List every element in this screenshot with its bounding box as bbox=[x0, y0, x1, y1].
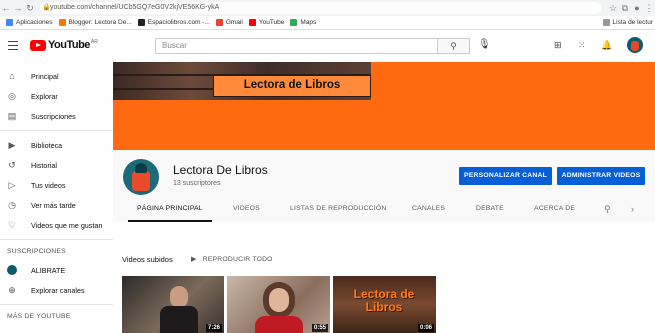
customize-channel-button[interactable]: PERSONALIZAR CANAL bbox=[459, 167, 552, 185]
address-bar[interactable]: 🔒 youtube.com/channel/UCb5GQ7eG0V2kjVE56… bbox=[40, 2, 601, 14]
subscriber-count: 13 suscriptores bbox=[173, 180, 221, 187]
search-icon: ⚲ bbox=[450, 41, 457, 51]
history-icon: ↺ bbox=[8, 159, 16, 170]
channel-avatar bbox=[123, 159, 159, 195]
tab-pagina-principal[interactable]: PÁGINA PRINCIPAL bbox=[128, 198, 212, 222]
more-from-youtube-heading: MÁS DE YOUTUBE bbox=[7, 313, 71, 320]
microphone-icon[interactable]: 🎙 bbox=[478, 39, 491, 50]
sidebar-item-tus-videos[interactable]: ▷ Tus videos bbox=[0, 175, 113, 195]
chevron-right-icon[interactable]: › bbox=[631, 198, 634, 222]
maps-icon bbox=[290, 19, 298, 26]
tab-videos[interactable]: VIDEOS bbox=[233, 198, 260, 222]
hamburger-menu-icon[interactable] bbox=[8, 41, 18, 53]
divider bbox=[0, 130, 113, 131]
manage-videos-button[interactable]: ADMINISTRAR VIDEOS bbox=[557, 167, 645, 185]
sidebar-item-principal[interactable]: ⌂ Principal bbox=[0, 66, 113, 86]
play-all-button[interactable]: ▶ REPRODUCIR TODO bbox=[191, 255, 273, 263]
bookmark-espaciolibros[interactable]: Espaciolibros.com -... bbox=[137, 19, 210, 26]
channel-name: Lectora De Libros bbox=[173, 163, 268, 177]
sidebar-item-biblioteca[interactable]: ▶ Biblioteca bbox=[0, 135, 113, 155]
subscriptions-icon: ▤ bbox=[7, 110, 17, 121]
youtube-header: YouTube AR Buscar ⚲ 🎙 ⊞ ⁙ 🔔 bbox=[0, 30, 655, 62]
tab-debate[interactable]: DEBATE bbox=[476, 198, 504, 222]
bookmark-apps[interactable]: Aplicaciones bbox=[6, 19, 53, 26]
create-video-icon[interactable]: ⊞ bbox=[554, 40, 562, 51]
account-avatar[interactable] bbox=[627, 37, 643, 53]
video-thumbnail-1[interactable]: 7:26 bbox=[122, 276, 224, 333]
bookmark-maps[interactable]: Maps bbox=[290, 19, 316, 26]
sidebar-item-historial[interactable]: ↺ Historial bbox=[0, 155, 113, 175]
channel-banner: Lectora de Libros bbox=[113, 62, 655, 150]
reading-list-icon bbox=[602, 19, 610, 26]
channel-tabs: PÁGINA PRINCIPAL VIDEOS LISTAS DE REPROD… bbox=[113, 198, 655, 222]
tab-acerca-de[interactable]: ACERCA DE bbox=[534, 198, 575, 222]
video-thumbnail-2[interactable]: 0:55 bbox=[227, 276, 330, 333]
search-button[interactable]: ⚲ bbox=[438, 38, 470, 54]
sidebar-item-explorar-canales[interactable]: ⊕ Explorar canales bbox=[0, 280, 113, 300]
bookmark-gmail[interactable]: Gmail bbox=[215, 19, 243, 26]
extension-icon[interactable]: ⧉ bbox=[619, 3, 631, 14]
video-duration: 0:06 bbox=[417, 324, 434, 332]
bookmark-youtube[interactable]: YouTube bbox=[248, 19, 284, 26]
like-icon: ♡ bbox=[7, 219, 17, 230]
menu-icon[interactable]: ⋮ bbox=[643, 3, 655, 14]
notifications-bell-icon[interactable]: 🔔 bbox=[601, 40, 612, 51]
sidebar-item-alibrate[interactable]: ALIBRATE bbox=[0, 260, 113, 280]
youtube-logo[interactable]: YouTube AR bbox=[30, 39, 98, 51]
video-duration: 7:26 bbox=[205, 324, 222, 332]
tab-listas[interactable]: LISTAS DE REPRODUCCIÓN bbox=[290, 198, 386, 222]
library-icon: ▶ bbox=[8, 139, 16, 150]
sidebar-item-ver-mas-tarde[interactable]: ◷ Ver más tarde bbox=[0, 195, 113, 215]
reload-icon[interactable]: ↻ bbox=[24, 3, 36, 14]
lock-icon: 🔒 bbox=[42, 4, 51, 11]
banner-title: Lectora de Libros bbox=[213, 75, 371, 97]
divider bbox=[0, 304, 113, 305]
sidebar-item-videos-que-me-gustan[interactable]: ♡ Videos que me gustan bbox=[0, 215, 113, 235]
gmail-icon bbox=[215, 19, 223, 26]
channel-header: Lectora De Libros 13 suscriptores PERSON… bbox=[113, 150, 655, 222]
play-icon: ▶ bbox=[191, 256, 197, 263]
sidebar-item-suscripciones[interactable]: ▤ Suscripciones bbox=[0, 106, 113, 126]
subscriptions-heading: SUSCRIPCIONES bbox=[7, 248, 66, 255]
alibrate-avatar bbox=[7, 265, 17, 275]
watch-later-icon: ◷ bbox=[8, 199, 16, 210]
back-icon[interactable]: ← bbox=[0, 3, 12, 13]
star-icon[interactable]: ☆ bbox=[607, 3, 619, 14]
thumbnail-title: Lectora de Libros bbox=[353, 287, 415, 314]
add-circle-icon: ⊕ bbox=[8, 284, 16, 295]
your-videos-icon: ▷ bbox=[8, 179, 16, 190]
sidebar: ⌂ Principal ◎ Explorar ▤ Suscripciones ▶ Bib… bbox=[0, 62, 113, 333]
home-icon: ⌂ bbox=[9, 71, 15, 81]
video-thumbnail-3[interactable]: Lectora de Libros 0:06 bbox=[333, 276, 436, 333]
forward-icon[interactable]: → bbox=[12, 3, 24, 13]
bookmarks-bar: Aplicaciones Blogger: Lectora De... Espa… bbox=[0, 16, 655, 30]
tab-canales[interactable]: CANALES bbox=[412, 198, 445, 222]
bookmark-blogger[interactable]: Blogger: Lectora De... bbox=[58, 19, 132, 26]
youtube-play-icon bbox=[30, 39, 46, 51]
blogger-icon bbox=[58, 19, 66, 26]
channel-main: Lectora de Libros Lectora De Libros 13 s… bbox=[113, 62, 655, 333]
apps-icon bbox=[6, 19, 13, 26]
channel-search-icon[interactable]: ⚲ bbox=[604, 198, 611, 222]
url-text: youtube.com/channel/UCb5GQ7eG0V2kjVE56KG… bbox=[50, 4, 220, 11]
youtube-icon bbox=[248, 19, 256, 26]
sidebar-item-explorar[interactable]: ◎ Explorar bbox=[0, 86, 113, 106]
reading-list[interactable]: Lista de lectur bbox=[602, 19, 653, 26]
browser-toolbar: ← → ↻ 🔒 youtube.com/channel/UCb5GQ7eG0V2… bbox=[0, 0, 655, 16]
search-input[interactable]: Buscar bbox=[155, 38, 438, 54]
video-duration: 0:55 bbox=[311, 324, 328, 332]
compass-icon: ◎ bbox=[8, 90, 16, 101]
profile-icon[interactable]: ● bbox=[631, 3, 643, 13]
divider bbox=[0, 239, 113, 240]
uploads-heading: Videos subidos bbox=[122, 255, 173, 264]
apps-grid-icon[interactable]: ⁙ bbox=[578, 40, 586, 51]
espaciolibros-icon bbox=[137, 19, 145, 26]
